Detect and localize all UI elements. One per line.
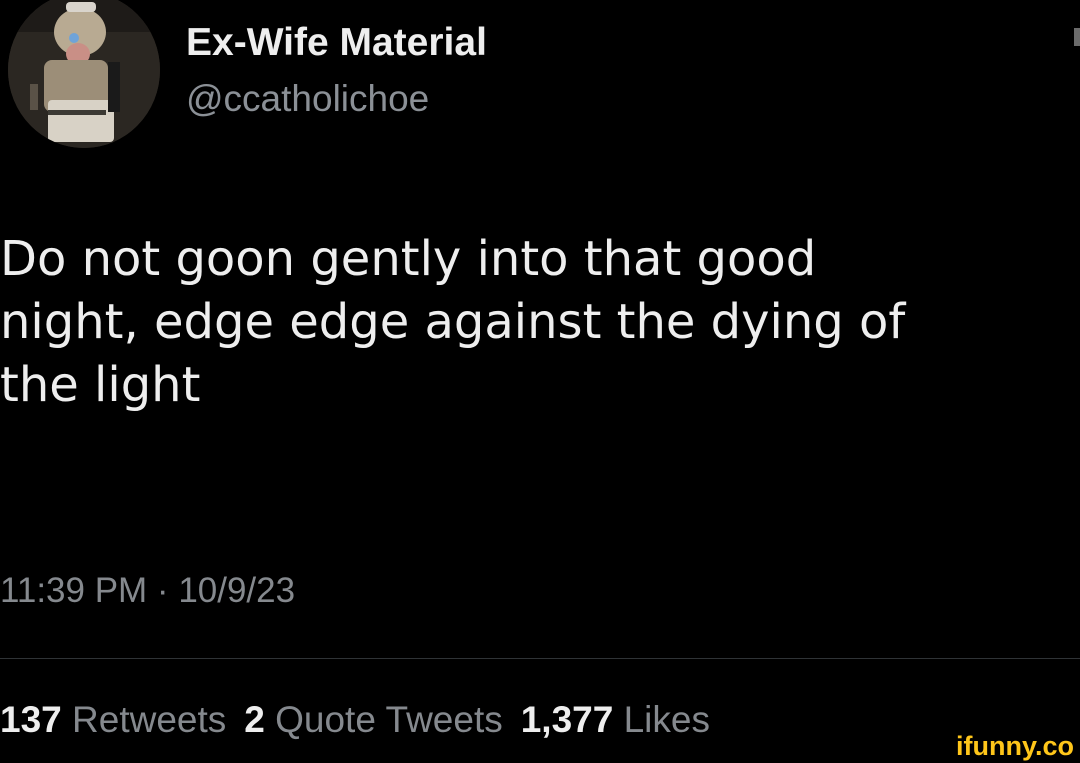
divider (0, 658, 1080, 659)
quotes-count: 2 (244, 699, 265, 740)
retweets-stat[interactable]: 137 Retweets (0, 699, 226, 740)
avatar[interactable] (8, 0, 160, 148)
likes-label: Likes (623, 699, 710, 740)
display-name[interactable]: Ex-Wife Material (186, 20, 487, 66)
quotes-stat[interactable]: 2 Quote Tweets (244, 699, 502, 740)
ifunny-watermark: ifunny.co (956, 731, 1074, 761)
quotes-label: Quote Tweets (275, 699, 503, 740)
likes-count: 1,377 (520, 699, 614, 740)
tweet-text: Do not goon gently into that good night,… (0, 228, 1080, 417)
retweets-label: Retweets (72, 699, 227, 740)
tweet-text-line: Do not goon gently into that good (0, 231, 817, 287)
scrollbar-edge (1074, 28, 1080, 46)
tweet-text-line: the light (0, 357, 201, 413)
tweet-stats: 137 Retweets 2 Quote Tweets 1,377 Likes (0, 698, 710, 742)
user-handle[interactable]: @ccatholichoe (186, 77, 429, 121)
tweet-timestamp[interactable]: 11:39 PM · 10/9/23 (0, 570, 295, 612)
likes-stat[interactable]: 1,377 Likes (521, 699, 710, 740)
retweets-count: 137 (0, 699, 62, 740)
tweet-text-line: night, edge edge against the dying of (0, 294, 906, 350)
profile-photo-icon (8, 0, 160, 148)
